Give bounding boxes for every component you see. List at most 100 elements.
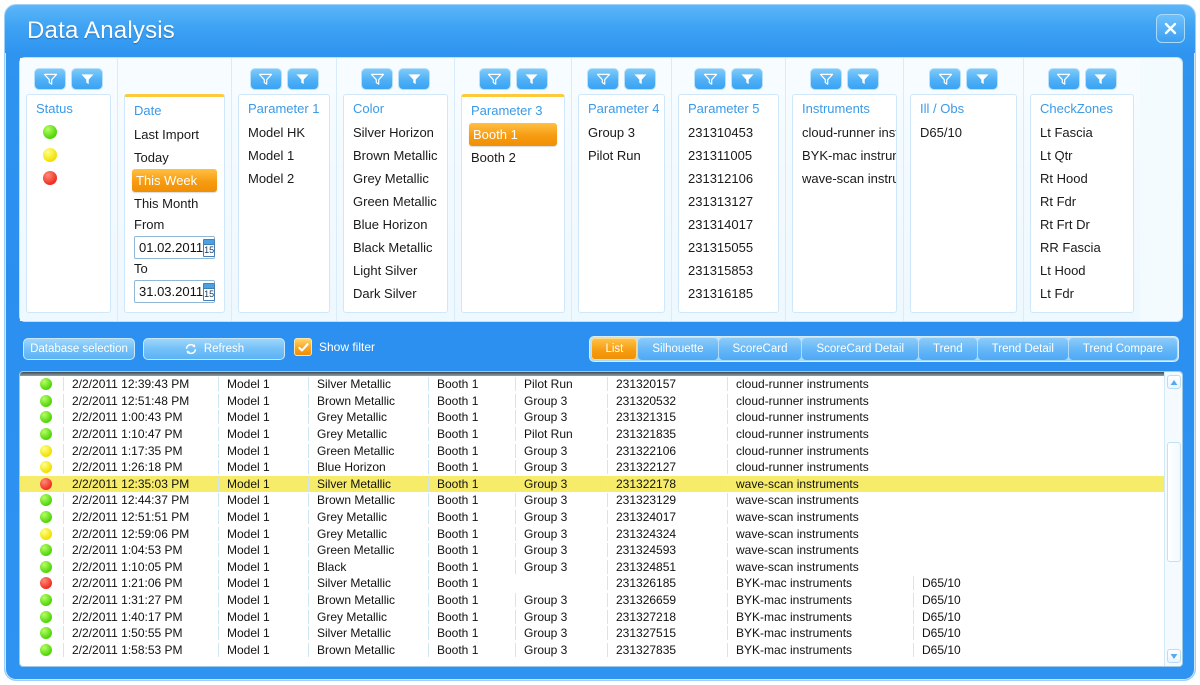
- filter-item-today[interactable]: Today: [125, 146, 224, 169]
- filter-item-lt-qtr[interactable]: Lt Qtr: [1031, 144, 1133, 167]
- filter-item-black-metallic[interactable]: Black Metallic: [344, 236, 447, 259]
- filter-outline-icon[interactable]: [361, 68, 393, 90]
- filter-item-lt-fdr[interactable]: Lt Fdr: [1031, 282, 1133, 305]
- filter-item-model-2[interactable]: Model 2: [239, 167, 329, 190]
- filter-item-group-3[interactable]: Group 3: [579, 121, 664, 144]
- filter-solid-icon[interactable]: [966, 68, 998, 90]
- checkbox-box[interactable]: [294, 338, 312, 356]
- table-row[interactable]: 2/2/2011 12:39:43 PMModel 1Silver Metall…: [20, 376, 1164, 393]
- status-dot-yellow[interactable]: [43, 148, 57, 162]
- table-row[interactable]: 2/2/2011 12:51:51 PMModel 1Grey Metallic…: [20, 509, 1164, 526]
- filter-item-cloud-runner-instruments[interactable]: cloud-runner instruments: [793, 121, 896, 144]
- filter-item-last-import[interactable]: Last Import: [125, 123, 224, 146]
- filter-item-pilot-run[interactable]: Pilot Run: [579, 144, 664, 167]
- table-row[interactable]: 2/2/2011 12:51:48 PMModel 1Brown Metalli…: [20, 393, 1164, 410]
- filter-item-231312106[interactable]: 231312106: [679, 167, 778, 190]
- close-icon[interactable]: [1156, 14, 1185, 43]
- filter-item-brown-metallic[interactable]: Brown Metallic: [344, 144, 447, 167]
- tab-scorecard-detail[interactable]: ScoreCard Detail: [802, 338, 918, 360]
- table-row[interactable]: 2/2/2011 12:59:06 PMModel 1Grey Metallic…: [20, 525, 1164, 542]
- table-row[interactable]: 2/2/2011 1:26:18 PMModel 1Blue HorizonBo…: [20, 459, 1164, 476]
- filter-item-231311005[interactable]: 231311005: [679, 144, 778, 167]
- filter-item-lt-frt-dr[interactable]: Lt Frt Dr: [1031, 305, 1133, 313]
- filter-item-231314017[interactable]: 231314017: [679, 213, 778, 236]
- filter-solid-icon[interactable]: [847, 68, 879, 90]
- filter-item-grey-metallic[interactable]: Grey Metallic: [344, 167, 447, 190]
- tab-trend-compare[interactable]: Trend Compare: [1069, 338, 1177, 360]
- table-row[interactable]: 2/2/2011 1:21:06 PMModel 1Silver Metalli…: [20, 575, 1164, 592]
- filter-outline-icon[interactable]: [587, 68, 619, 90]
- filter-item-model-hk[interactable]: Model HK: [239, 121, 329, 144]
- filter-solid-icon[interactable]: [624, 68, 656, 90]
- table-row[interactable]: 2/2/2011 1:40:17 PMModel 1Grey MetallicB…: [20, 608, 1164, 625]
- scroll-down-arrow-icon[interactable]: [1167, 649, 1181, 663]
- show-filter-checkbox[interactable]: Show filter: [294, 338, 375, 356]
- table-row[interactable]: 2/2/2011 1:00:43 PMModel 1Grey MetallicB…: [20, 409, 1164, 426]
- table-row[interactable]: 2/2/2011 1:04:53 PMModel 1Green Metallic…: [20, 542, 1164, 559]
- filter-item-silver-horizon[interactable]: Silver Horizon: [344, 121, 447, 144]
- filter-item-byk-mac-instruments[interactable]: BYK-mac instruments: [793, 144, 896, 167]
- filter-item-rt-hood[interactable]: Rt Hood: [1031, 167, 1133, 190]
- filter-item-model-1[interactable]: Model 1: [239, 144, 329, 167]
- filter-item-231315055[interactable]: 231315055: [679, 236, 778, 259]
- filter-item-231316835[interactable]: 231316835: [679, 305, 778, 313]
- table-row[interactable]: 2/2/2011 1:17:35 PMModel 1Green Metallic…: [20, 442, 1164, 459]
- filter-item-booth-1[interactable]: Booth 1: [469, 123, 557, 146]
- filter-item-booth-2[interactable]: Booth 2: [462, 146, 564, 169]
- filter-item-231316185[interactable]: 231316185: [679, 282, 778, 305]
- filter-item-231315853[interactable]: 231315853: [679, 259, 778, 282]
- calendar-icon[interactable]: 15: [203, 283, 215, 301]
- calendar-icon[interactable]: 15: [203, 239, 215, 257]
- filter-solid-icon[interactable]: [516, 68, 548, 90]
- filter-item-this-month[interactable]: This Month: [125, 192, 224, 215]
- filter-outline-icon[interactable]: [810, 68, 842, 90]
- filter-item-green-metallic[interactable]: Green Metallic: [344, 190, 447, 213]
- table-row[interactable]: 2/2/2011 1:50:55 PMModel 1Silver Metalli…: [20, 625, 1164, 642]
- filter-item-rt-frt-dr[interactable]: Rt Frt Dr: [1031, 213, 1133, 236]
- filter-item-231310453[interactable]: 231310453: [679, 121, 778, 144]
- date-to-input[interactable]: 31.03.201115: [134, 280, 215, 303]
- filter-outline-icon[interactable]: [1048, 68, 1080, 90]
- filter-item-this-week[interactable]: This Week: [132, 169, 217, 192]
- data-grid[interactable]: 2/2/2011 12:39:43 PMModel 1Silver Metall…: [20, 376, 1164, 666]
- table-row[interactable]: 2/2/2011 12:44:37 PMModel 1Brown Metalli…: [20, 492, 1164, 509]
- filter-solid-icon[interactable]: [731, 68, 763, 90]
- filter-item-wave-scan-instruments[interactable]: wave-scan instruments: [793, 167, 896, 190]
- filter-outline-icon[interactable]: [479, 68, 511, 90]
- refresh-button[interactable]: Refresh: [143, 338, 285, 360]
- tab-trend-detail[interactable]: Trend Detail: [978, 338, 1068, 360]
- tab-list[interactable]: List: [591, 338, 637, 360]
- filter-solid-icon[interactable]: [398, 68, 430, 90]
- filter-item-lt-hood[interactable]: Lt Hood: [1031, 259, 1133, 282]
- table-row[interactable]: 2/2/2011 1:10:47 PMModel 1Grey MetallicB…: [20, 426, 1164, 443]
- filter-item-rr-fascia[interactable]: RR Fascia: [1031, 236, 1133, 259]
- table-row[interactable]: 2/2/2011 1:10:05 PMModel 1BlackBooth 1Gr…: [20, 559, 1164, 576]
- status-dot-green[interactable]: [43, 125, 57, 139]
- table-row[interactable]: 2/2/2011 1:31:27 PMModel 1Brown Metallic…: [20, 592, 1164, 609]
- status-dot-red[interactable]: [43, 171, 57, 185]
- filter-solid-icon[interactable]: [71, 68, 103, 90]
- filter-item-231313127[interactable]: 231313127: [679, 190, 778, 213]
- filter-outline-icon[interactable]: [694, 68, 726, 90]
- scrollbar-thumb[interactable]: [1167, 442, 1181, 562]
- filter-item-light-silver[interactable]: Light Silver: [344, 259, 447, 282]
- filter-item-lt-fascia[interactable]: Lt Fascia: [1031, 121, 1133, 144]
- tab-scorecard[interactable]: ScoreCard: [719, 338, 802, 360]
- filter-solid-icon[interactable]: [1085, 68, 1117, 90]
- filter-solid-icon[interactable]: [287, 68, 319, 90]
- filter-item-dark-silver[interactable]: Dark Silver: [344, 282, 447, 305]
- filter-outline-icon[interactable]: [929, 68, 961, 90]
- table-row[interactable]: 2/2/2011 1:58:53 PMModel 1Brown Metallic…: [20, 642, 1164, 659]
- filter-item-d65-10[interactable]: D65/10: [911, 121, 1016, 144]
- filter-item-blue-horizon[interactable]: Blue Horizon: [344, 213, 447, 236]
- scroll-up-arrow-icon[interactable]: [1167, 375, 1181, 389]
- filter-item-rt-fdr[interactable]: Rt Fdr: [1031, 190, 1133, 213]
- tab-silhouette[interactable]: Silhouette: [638, 338, 717, 360]
- filter-outline-icon[interactable]: [250, 68, 282, 90]
- tab-trend[interactable]: Trend: [919, 338, 977, 360]
- table-row[interactable]: 2/2/2011 12:35:03 PMModel 1Silver Metall…: [20, 476, 1164, 493]
- filter-outline-icon[interactable]: [34, 68, 66, 90]
- database-selection-button[interactable]: Database selection: [23, 338, 135, 360]
- vertical-scrollbar[interactable]: [1164, 372, 1182, 666]
- date-from-input[interactable]: 01.02.201115: [134, 236, 215, 259]
